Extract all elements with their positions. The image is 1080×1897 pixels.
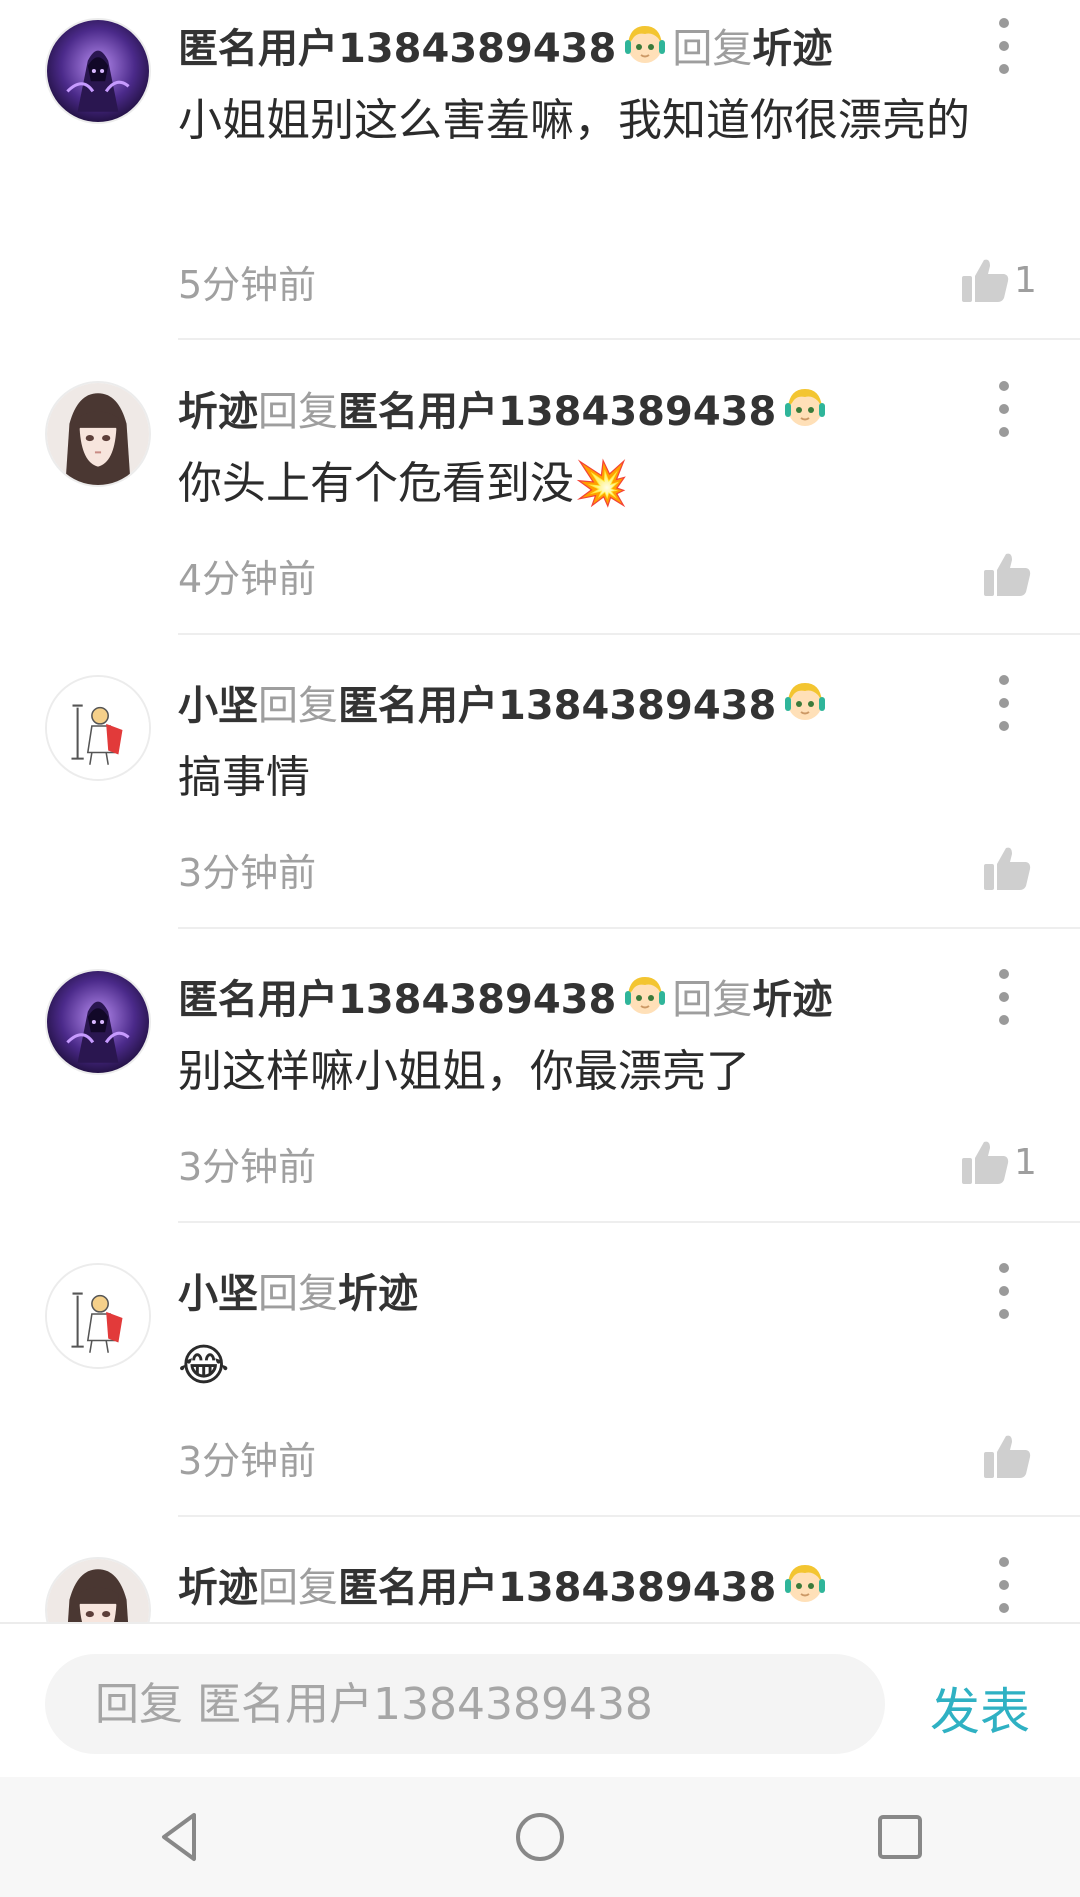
reply-target-name[interactable]: 圻迹 xyxy=(752,16,832,74)
more-vertical-icon[interactable] xyxy=(984,1263,1024,1319)
divider xyxy=(178,338,1080,340)
author-name[interactable]: 小坚 xyxy=(178,1261,258,1319)
reply-target-name[interactable]: 匿名用户1384389438 xyxy=(338,673,776,731)
more-vertical-icon[interactable] xyxy=(984,18,1024,74)
anonymous-user-badge-icon xyxy=(622,22,668,68)
comment-item: 圻迹 回复 匿名用户1384389438 你头上有个危看到没💥 4分钟前 xyxy=(0,363,1080,657)
send-button[interactable]: 发表 xyxy=(930,1672,1030,1744)
more-vertical-icon[interactable] xyxy=(984,1557,1024,1613)
more-vertical-icon[interactable] xyxy=(984,969,1024,1025)
comment-header: 小坚 回复 匿名用户1384389438 xyxy=(178,671,832,733)
reply-word: 回复 xyxy=(258,683,338,729)
comment-time: 3分钟前 xyxy=(178,1439,317,1483)
system-nav-bar xyxy=(0,1777,1080,1897)
anonymous-user-badge-icon xyxy=(622,973,668,1019)
author-name[interactable]: 圻迹 xyxy=(178,1555,258,1613)
comment-header: 匿名用户1384389438 回复 圻迹 xyxy=(178,14,832,76)
reply-target-name[interactable]: 圻迹 xyxy=(338,1261,418,1319)
avatar[interactable] xyxy=(45,381,151,487)
more-vertical-icon[interactable] xyxy=(984,675,1024,731)
anonymous-user-badge-icon xyxy=(782,385,828,431)
like-button[interactable]: 1 xyxy=(960,1138,1037,1186)
back-triangle-icon[interactable] xyxy=(145,1802,215,1872)
comment-text: 小姐姐别这么害羞嘛，我知道你很漂亮的 xyxy=(178,95,970,146)
more-vertical-icon[interactable] xyxy=(984,381,1024,437)
comment-item: 圻迹 回复 匿名用户1384389438 xyxy=(0,1539,1080,1622)
author-name[interactable]: 小坚 xyxy=(178,673,258,731)
hero-sketch-avatar xyxy=(47,677,149,779)
hooded-figure-avatar xyxy=(47,20,149,122)
avatar[interactable] xyxy=(45,969,151,1075)
comment-text: 别这样嘛小姐姐，你最漂亮了 xyxy=(178,1046,750,1097)
author-name[interactable]: 匿名用户1384389438 xyxy=(178,16,616,74)
avatar[interactable] xyxy=(45,18,151,124)
like-count: 1 xyxy=(1014,259,1037,301)
reply-input-container[interactable] xyxy=(45,1654,885,1754)
comment-header: 圻迹 回复 匿名用户1384389438 xyxy=(178,377,832,439)
thumbs-up-icon xyxy=(962,1141,1009,1184)
comment-text: 搞事情 xyxy=(178,752,310,803)
reply-input[interactable] xyxy=(93,1677,857,1731)
anonymous-user-badge-icon xyxy=(782,679,828,725)
comment-item: 小坚 回复 圻迹 😂 3分钟前 xyxy=(0,1245,1080,1539)
comment-item: 匿名用户1384389438 回复 圻迹 别这样嘛小姐姐，你最漂亮了 3分钟前 … xyxy=(0,951,1080,1245)
thumbs-up-icon xyxy=(984,1435,1031,1478)
anime-girl-avatar xyxy=(47,1559,149,1622)
reply-word: 回复 xyxy=(258,1271,338,1317)
reply-word: 回复 xyxy=(258,1565,338,1611)
avatar[interactable] xyxy=(45,675,151,781)
comment-header: 小坚 回复 圻迹 xyxy=(178,1259,418,1321)
comment-header: 圻迹 回复 匿名用户1384389438 xyxy=(178,1553,832,1615)
comment-time: 5分钟前 xyxy=(178,263,317,307)
comment-time: 3分钟前 xyxy=(178,1145,317,1189)
divider xyxy=(178,1515,1080,1517)
thumbs-up-icon xyxy=(984,847,1031,890)
like-count: 1 xyxy=(1014,1141,1037,1183)
reply-word: 回复 xyxy=(258,389,338,435)
comment-time: 4分钟前 xyxy=(178,557,317,601)
reply-target-name[interactable]: 匿名用户1384389438 xyxy=(338,1555,776,1613)
comment-text: 😂 xyxy=(178,1340,230,1391)
thumbs-up-icon xyxy=(962,259,1009,302)
home-circle-icon[interactable] xyxy=(505,1802,575,1872)
avatar[interactable] xyxy=(45,1263,151,1369)
like-button[interactable] xyxy=(960,550,1036,598)
comment-item: 小坚 回复 匿名用户1384389438 搞事情 3分钟前 xyxy=(0,657,1080,951)
comment-text: 你头上有个危看到没💥 xyxy=(178,458,629,509)
anonymous-user-badge-icon xyxy=(782,1561,828,1607)
divider xyxy=(178,927,1080,929)
comment-header: 匿名用户1384389438 回复 圻迹 xyxy=(178,965,832,1027)
reply-target-name[interactable]: 圻迹 xyxy=(752,967,832,1025)
author-name[interactable]: 圻迹 xyxy=(178,379,258,437)
reply-bar: 发表 xyxy=(0,1622,1080,1779)
divider xyxy=(178,633,1080,635)
comment-item: 匿名用户1384389438 回复 圻迹 小姐姐别这么害羞嘛，我知道你很漂亮的 … xyxy=(0,0,1080,340)
reply-target-name[interactable]: 匿名用户1384389438 xyxy=(338,379,776,437)
reply-word: 回复 xyxy=(672,977,753,1023)
author-name[interactable]: 匿名用户1384389438 xyxy=(178,967,616,1025)
recent-square-icon[interactable] xyxy=(865,1802,935,1872)
avatar[interactable] xyxy=(45,1557,151,1622)
comment-time: 3分钟前 xyxy=(178,851,317,895)
reply-word: 回复 xyxy=(672,26,753,72)
thumbs-up-icon xyxy=(984,553,1031,596)
like-button[interactable]: 1 xyxy=(960,256,1037,304)
hero-sketch-avatar xyxy=(47,1265,149,1367)
like-button[interactable] xyxy=(960,1432,1036,1480)
like-button[interactable] xyxy=(960,844,1036,892)
anime-girl-avatar xyxy=(47,383,149,485)
hooded-figure-avatar xyxy=(47,971,149,1073)
divider xyxy=(178,1221,1080,1223)
comment-feed[interactable]: 匿名用户1384389438 回复 圻迹 小姐姐别这么害羞嘛，我知道你很漂亮的 … xyxy=(0,0,1080,1622)
